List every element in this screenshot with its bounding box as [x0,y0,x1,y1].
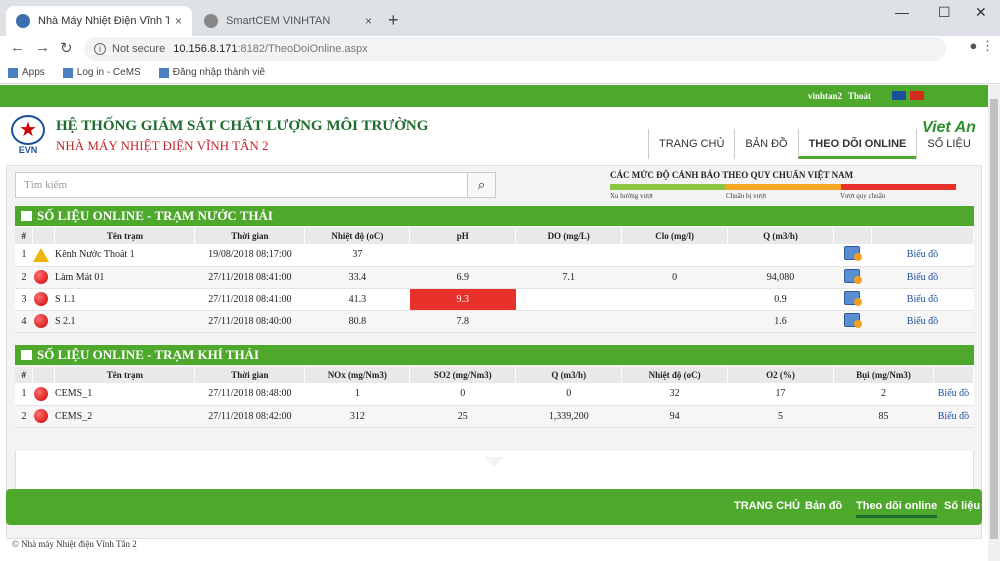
url-path: :8182/TheoDoiOnline.aspx [237,43,368,55]
alarm-status-icon [33,409,48,423]
camera-icon[interactable] [844,246,863,262]
copyright: © Nhà máy Nhiệt điện Vĩnh Tân 2 [12,539,137,549]
table-row[interactable]: 4 S 2.1 27/11/2018 08:40:00 80.8 7.8 1.6… [15,310,974,333]
table-row[interactable]: 2 CEMS_2 27/11/2018 08:42:00 312 25 1,33… [15,405,974,428]
alarm-status-icon [33,386,48,401]
warning-icon [32,247,49,262]
table-row[interactable]: 1 Kênh Nước Thoát 1 19/08/2018 08:17:00 … [15,244,974,267]
table-row[interactable]: 3 S 1.1 27/11/2018 08:41:00 41.3 9.3 0.9… [15,288,974,311]
forward-button[interactable]: → [35,39,50,56]
legend-swatch-prepare [725,184,841,190]
tab-title: Nhà Máy Nhiệt Điện Vĩnh Tân 2 [38,15,169,27]
chart-link[interactable]: Biểu đồ [871,244,974,267]
page-scrollbar[interactable] [988,85,1000,561]
username: vinhtan2 [808,91,843,101]
minimize-button[interactable]: — [895,4,909,20]
search-icon[interactable]: ⌕ [467,173,495,197]
address-bar[interactable]: i Not secure 10.156.8.171 :8182/TheoDoiO… [84,37,946,61]
tab-close-icon[interactable]: × [365,14,372,28]
camera-icon[interactable] [844,268,863,284]
browser-toolbar: ← → ↻ i Not secure 10.156.8.171 :8182/Th… [0,36,1000,62]
globe-icon [158,67,169,78]
scrollbar-thumb[interactable] [990,99,998,539]
footer-nav-bar: TRANG CHỦ Bản đồ Theo dõi online Số liệu [6,489,982,525]
page-icon [62,67,73,78]
legend-label: Xu hướng vượt [610,192,653,200]
tab-title: SmartCEM VINHTAN [226,15,331,27]
back-button[interactable]: ← [10,39,25,56]
nav-map[interactable]: BẢN ĐỒ [734,129,797,159]
maximize-button[interactable]: ☐ [938,4,951,21]
apps-icon [8,67,18,78]
water-section-heading: SỐ LIỆU ONLINE - TRẠM NƯỚC THẢI [15,206,974,226]
legend-swatch-trend [610,184,726,190]
air-section-heading: SỐ LIỆU ONLINE - TRẠM KHÍ THẢI [15,345,974,365]
close-window-button[interactable]: ✕ [975,4,987,21]
warning-legend: CÁC MỨC ĐỘ CẢNH BÁO THEO QUY CHUẨN VIỆT … [610,170,960,202]
list-icon [21,211,32,221]
table-header-row: # Tên trạm Thời gian NOx (mg/Nm3) SO2 (mg/N… [15,367,975,383]
info-icon[interactable]: i [94,43,106,55]
footer-nav-data[interactable]: Số liệu [944,500,980,512]
table-header-row: # Tên trạm Thời gian Nhiệt độ (oC) pH DO (m… [15,228,975,244]
browser-tab-active[interactable]: Nhà Máy Nhiệt Điện Vĩnh Tân 2 × [6,6,192,36]
footer-nav-map[interactable]: Bản đồ [805,500,842,512]
alarm-status-icon [33,314,48,328]
vietan-logo: Viet An [922,119,976,136]
panel-pointer [484,457,504,467]
camera-icon[interactable] [844,290,863,306]
alarm-status-icon [33,270,48,284]
air-table: # Tên trạm Thời gian NOx (mg/Nm3) SO2 (mg/N… [15,367,975,428]
legend-label: Vượt quy chuẩn [840,192,886,200]
alarm-status-icon [33,292,48,306]
content-panel: Tìm kiếm ⌕ CÁC MỨC ĐỘ CẢNH BÁO THEO QUY … [6,165,982,539]
search-box[interactable]: Tìm kiếm ⌕ [15,172,496,198]
browser-tab[interactable]: SmartCEM VINHTAN × [194,6,382,36]
bookmark-login[interactable]: Đăng nhập thành viê [158,67,265,78]
chart-link[interactable]: Biểu đồ [871,288,974,311]
bookmark-apps[interactable]: Apps [8,67,45,78]
evn-logo: ★ EVN [8,115,48,159]
bookmark-cems[interactable]: Log in - CeMS [62,67,141,78]
nav-home[interactable]: TRANG CHỦ [648,129,734,159]
page-content: vinhtan2 Thoát ★ EVN HỆ THỐNG GIÁM SÁT C… [0,85,988,561]
table-row[interactable]: 2 Làm Mát 01 27/11/2018 08:41:00 33.4 6.… [15,266,974,289]
bookmarks-bar: Apps Log in - CeMS Đăng nhập thành viê [0,62,1000,84]
logout-link[interactable]: Thoát [848,91,871,101]
legend-title: CÁC MỨC ĐỘ CẢNH BÁO THEO QUY CHUẨN VIỆT … [610,170,854,180]
flag-en-icon[interactable] [892,91,906,100]
exceed-cell: 9.3 [409,288,516,311]
water-table: # Tên trạm Thời gian Nhiệt độ (oC) pH DO (m… [15,228,975,333]
flag-vn-icon[interactable] [910,91,924,100]
legend-label: Chuẩn bị vượt [726,192,767,200]
search-input[interactable]: Tìm kiếm [24,179,67,191]
security-label: Not secure [112,43,166,55]
footer-nav-home[interactable]: TRANG CHỦ [734,500,800,512]
list-icon [21,350,32,360]
site-header: ★ EVN HỆ THỐNG GIÁM SÁT CHẤT LƯỢNG MÔI T… [0,107,988,165]
new-tab-button[interactable]: + [388,10,399,31]
user-bar: vinhtan2 Thoát [0,85,988,107]
table-row[interactable]: 1 CEMS_1 27/11/2018 08:48:00 1 0 0 32 17… [15,383,974,406]
globe-icon [16,14,30,28]
legend-swatch-exceed [840,184,956,190]
site-title: HỆ THỐNG GIÁM SÁT CHẤT LƯỢNG MÔI TRƯỜNG [56,118,429,134]
chart-link[interactable]: Biểu đồ [933,383,974,406]
chart-link[interactable]: Biểu đồ [871,310,974,333]
page-icon [204,14,218,28]
nav-online[interactable]: THEO DÕI ONLINE [797,129,917,159]
footer-nav-online[interactable]: Theo dõi online [856,500,938,518]
browser-tab-strip: Nhà Máy Nhiệt Điện Vĩnh Tân 2 × SmartCEM… [0,0,1000,36]
camera-icon[interactable] [844,312,863,328]
profile-icon[interactable]: ● ⋮ [970,38,994,54]
tab-close-icon[interactable]: × [175,14,182,28]
chart-link[interactable]: Biểu đồ [933,405,974,428]
reload-button[interactable]: ↻ [60,39,73,57]
chart-link[interactable]: Biểu đồ [871,266,974,289]
legend-bar [610,184,956,190]
site-subtitle: NHÀ MÁY NHIỆT ĐIỆN VĨNH TÂN 2 [56,138,269,153]
url-host: 10.156.8.171 [173,43,238,55]
